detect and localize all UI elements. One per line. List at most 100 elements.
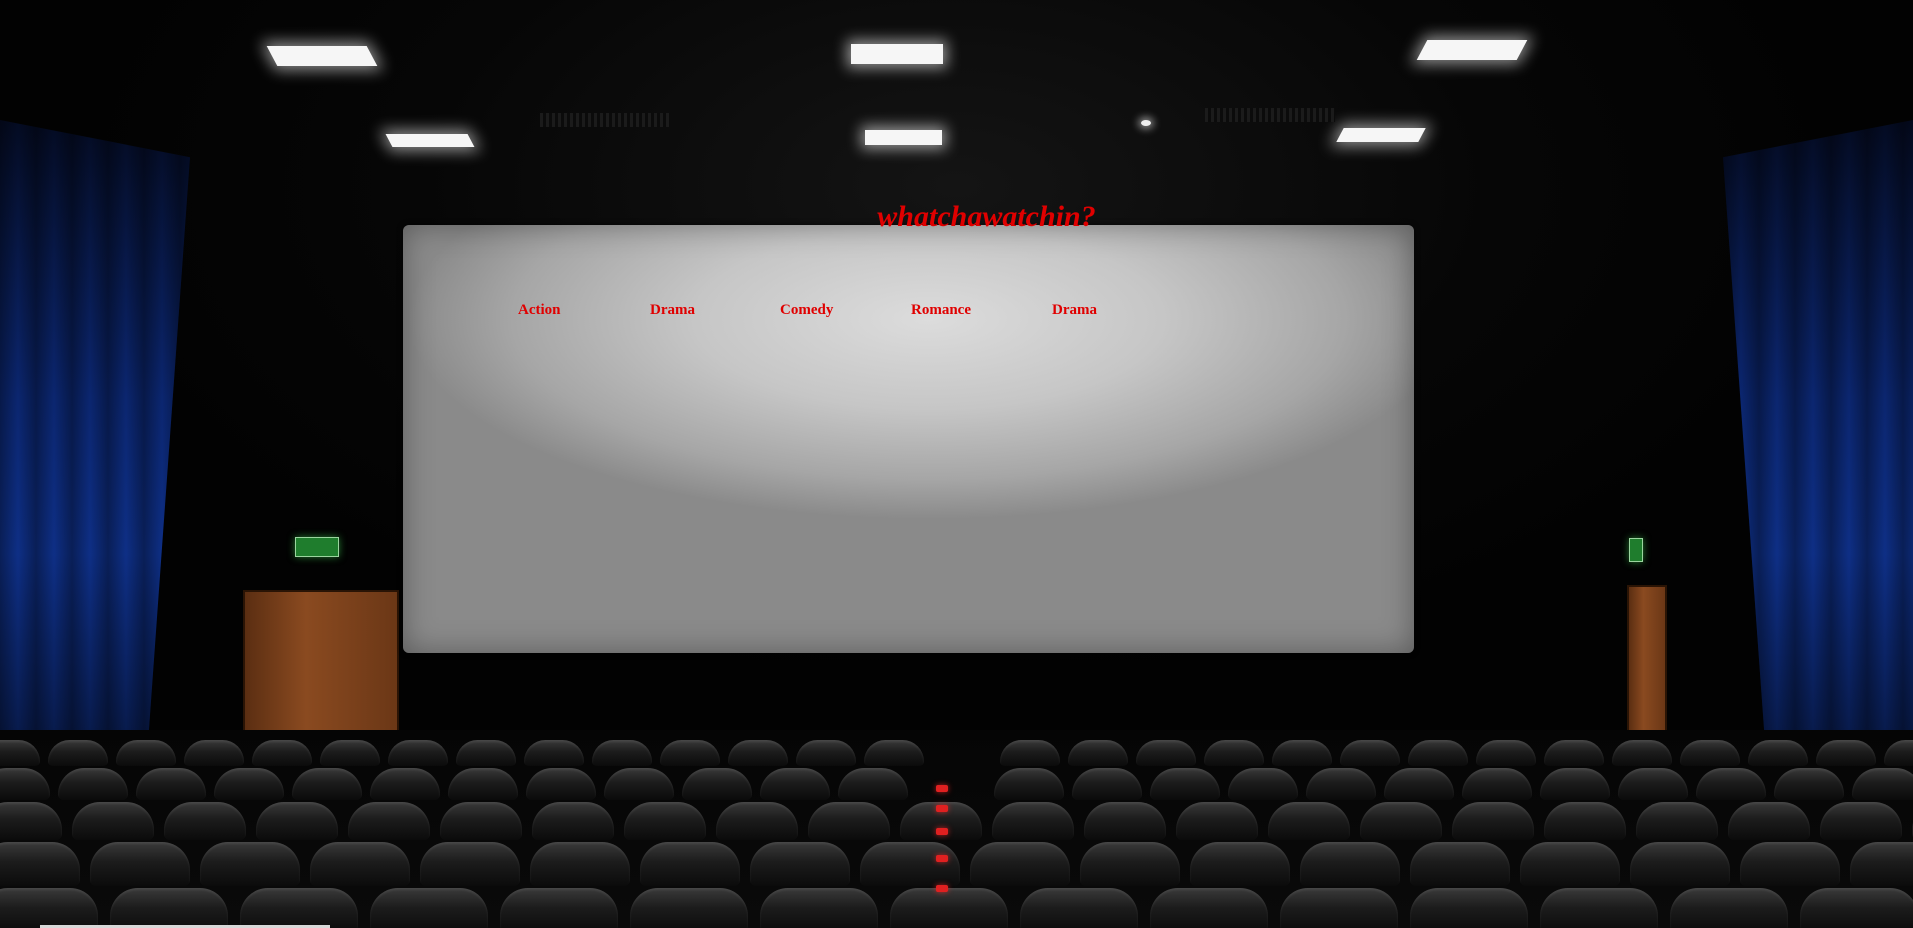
seat — [1150, 768, 1220, 800]
exit-sign — [295, 537, 339, 557]
seat — [1360, 802, 1442, 840]
seat — [1540, 888, 1658, 928]
aisle-light — [936, 885, 948, 892]
genre-link-drama[interactable]: Drama — [650, 298, 695, 322]
genre-nav: Action Drama Comedy Romance Drama — [0, 298, 1913, 322]
seat — [500, 888, 618, 928]
seat — [1680, 740, 1740, 766]
seat — [370, 888, 488, 928]
seat — [1268, 802, 1350, 840]
ceiling-light — [851, 44, 943, 64]
seat — [1618, 768, 1688, 800]
seat — [420, 842, 520, 886]
seat — [1280, 888, 1398, 928]
seat — [310, 842, 410, 886]
ceiling-vent — [540, 113, 670, 127]
seat — [256, 802, 338, 840]
seat — [890, 888, 1008, 928]
aisle-light — [936, 855, 948, 862]
seat — [0, 888, 98, 928]
seat — [1150, 888, 1268, 928]
seat — [716, 802, 798, 840]
seat — [1740, 842, 1840, 886]
genre-link-drama-2[interactable]: Drama — [1052, 298, 1097, 322]
seat — [530, 842, 630, 886]
seat — [728, 740, 788, 766]
seat — [448, 768, 518, 800]
ceiling-light — [266, 46, 378, 66]
ceiling-light — [1416, 40, 1528, 60]
seat — [1408, 740, 1468, 766]
seat — [1630, 842, 1730, 886]
seat — [240, 888, 358, 928]
seat — [1300, 842, 1400, 886]
aisle-light — [936, 785, 948, 792]
seat — [1884, 740, 1913, 766]
genre-link-romance[interactable]: Romance — [911, 298, 971, 322]
seat — [0, 802, 62, 840]
seat — [640, 842, 740, 886]
seat — [1452, 802, 1534, 840]
seat — [1136, 740, 1196, 766]
seat — [456, 740, 516, 766]
ceiling-light — [865, 130, 942, 145]
seat — [838, 768, 908, 800]
genre-link-comedy[interactable]: Comedy — [780, 298, 833, 322]
seat — [992, 802, 1074, 840]
seat — [682, 768, 752, 800]
ceiling-downlight — [1141, 120, 1151, 126]
seat — [1816, 740, 1876, 766]
seat — [1272, 740, 1332, 766]
genre-link-action[interactable]: Action — [518, 298, 561, 322]
seat — [1476, 740, 1536, 766]
seat — [1544, 802, 1626, 840]
seat-row — [0, 842, 1913, 886]
seat — [1072, 768, 1142, 800]
ceiling-vent — [1205, 108, 1335, 122]
exit-sign — [1629, 538, 1643, 562]
seat — [1800, 888, 1913, 928]
seat — [750, 842, 850, 886]
seat — [1000, 740, 1060, 766]
seat — [0, 740, 40, 766]
seat-row — [0, 768, 1913, 800]
seat — [1080, 842, 1180, 886]
seat — [110, 888, 228, 928]
seat — [1068, 740, 1128, 766]
seat — [440, 802, 522, 840]
seat — [1820, 802, 1902, 840]
seat-row — [0, 888, 1913, 928]
seat — [200, 842, 300, 886]
seat — [1228, 768, 1298, 800]
seat — [1852, 768, 1913, 800]
ceiling-light — [385, 134, 475, 147]
seat — [72, 802, 154, 840]
seat — [624, 802, 706, 840]
seat — [164, 802, 246, 840]
seat — [1020, 888, 1138, 928]
seat — [526, 768, 596, 800]
seat — [252, 740, 312, 766]
seat — [136, 768, 206, 800]
theater-background: whatchawatchin? Action Drama Comedy Roma… — [0, 0, 1913, 928]
seat — [1190, 842, 1290, 886]
seat — [0, 842, 80, 886]
seat — [532, 802, 614, 840]
seat — [1340, 740, 1400, 766]
seat — [630, 888, 748, 928]
theater-seats — [0, 730, 1913, 928]
seat — [1850, 842, 1913, 886]
seat — [1696, 768, 1766, 800]
seat — [1410, 842, 1510, 886]
seat — [760, 768, 830, 800]
seat-row — [0, 740, 1913, 766]
seat — [660, 740, 720, 766]
seat — [90, 842, 190, 886]
seat — [1636, 802, 1718, 840]
seat — [1520, 842, 1620, 886]
site-title: whatchawatchin? — [877, 200, 1096, 233]
seat — [370, 768, 440, 800]
seat — [1306, 768, 1376, 800]
cinema-screen — [403, 225, 1414, 653]
ceiling-light — [1336, 128, 1426, 142]
